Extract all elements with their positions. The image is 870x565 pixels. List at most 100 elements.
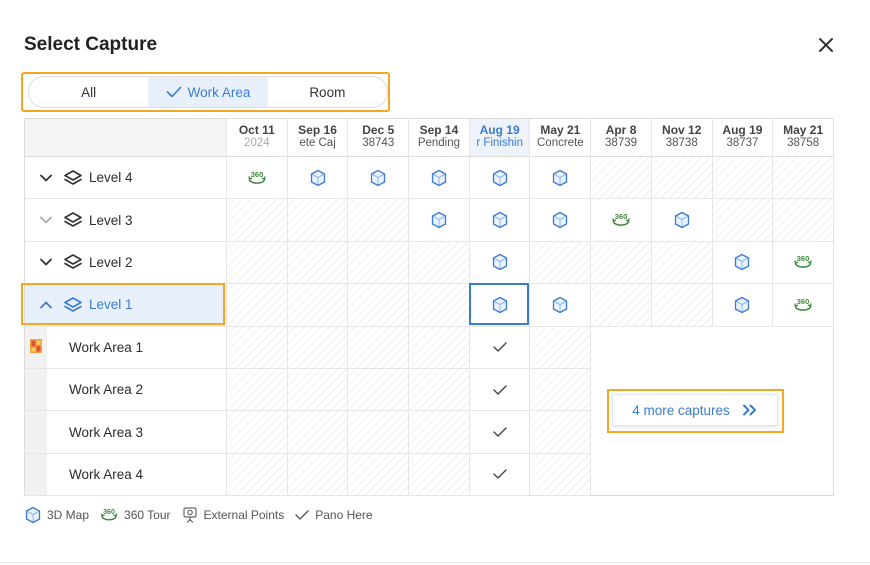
tab-work-area[interactable]: Work Area (148, 77, 268, 107)
level-row-4[interactable]: Level 4 (25, 157, 227, 200)
empty-cell (773, 199, 834, 242)
empty-cell (227, 453, 288, 497)
svg-text:360: 360 (615, 212, 628, 221)
empty-cell (530, 453, 592, 497)
empty-cell (409, 241, 470, 285)
floorplan-icon (30, 338, 42, 353)
map-3d-icon[interactable] (530, 284, 592, 327)
empty-cell (651, 284, 713, 327)
map-3d-icon[interactable] (651, 199, 713, 242)
tour-360-icon[interactable]: 360 (773, 241, 834, 285)
level-row-3[interactable]: Level 3 (25, 199, 227, 242)
more-captures-button[interactable]: 4 more captures (612, 394, 778, 426)
svg-text:360: 360 (251, 170, 264, 179)
chevron-down-icon[interactable] (37, 253, 55, 271)
level-row-1[interactable]: Level 1 (25, 284, 227, 327)
map-3d-icon[interactable] (469, 241, 531, 285)
pano-here-check[interactable] (469, 453, 531, 497)
column-header-9[interactable]: May 21 38758 (773, 119, 834, 157)
map-3d-icon[interactable] (712, 284, 774, 327)
empty-cell (227, 284, 288, 327)
work-area-row[interactable]: Work Area 1 (25, 326, 227, 369)
tab-all-label: All (81, 84, 97, 100)
close-icon[interactable] (815, 34, 837, 56)
column-subtitle: 38737 (726, 137, 759, 149)
map-3d-icon[interactable] (409, 157, 470, 200)
svg-text:360: 360 (103, 509, 115, 516)
column-header-7[interactable]: Nov 12 38738 (651, 119, 713, 157)
legend-external-points-label: External Points (203, 508, 285, 522)
empty-cell (348, 326, 410, 369)
chevron-down-icon[interactable] (37, 169, 55, 187)
empty-cell (287, 369, 349, 412)
column-header-5[interactable]: May 21 Concrete (530, 119, 592, 157)
tab-room-label: Room (309, 84, 346, 100)
map-3d-icon[interactable] (469, 199, 531, 242)
column-date: Aug 19 (722, 123, 763, 137)
chevron-up-icon[interactable] (37, 296, 55, 314)
work-area-row[interactable]: Work Area 4 (25, 453, 227, 497)
empty-cell (287, 199, 349, 242)
empty-cell (409, 453, 470, 497)
column-subtitle: Pending (417, 137, 461, 149)
tour-360-icon[interactable]: 360 (227, 157, 288, 200)
work-area-row[interactable]: Work Area 2 (25, 369, 227, 412)
empty-cell (712, 157, 774, 200)
column-header-0[interactable]: Oct 11 2024 (227, 119, 288, 157)
empty-cell (287, 326, 349, 369)
empty-cell (409, 369, 470, 412)
column-date: Oct 11 (238, 123, 275, 137)
level-label: Level 3 (89, 212, 133, 228)
chevron-down-icon[interactable] (37, 211, 55, 229)
map-3d-icon[interactable] (530, 199, 592, 242)
level-label: Level 2 (89, 254, 133, 270)
map-3d-icon[interactable] (469, 157, 531, 200)
work-area-row[interactable]: Work Area 3 (25, 411, 227, 454)
column-header-8[interactable]: Aug 19 38737 (712, 119, 774, 157)
column-header-6[interactable]: Apr 8 38739 (591, 119, 652, 157)
empty-cell (773, 157, 834, 200)
empty-cell (287, 241, 349, 285)
tour-360-icon[interactable]: 360 (773, 284, 834, 327)
map-3d-icon[interactable] (409, 199, 470, 242)
tour-360-icon[interactable]: 360 (591, 199, 652, 242)
map-3d-icon[interactable] (348, 157, 410, 200)
legend-external-points: External Points (181, 506, 285, 524)
work-area-label: Work Area 2 (69, 382, 144, 398)
column-date: Sep 16 (298, 123, 337, 137)
column-date: May 21 (783, 123, 824, 137)
column-date: Sep 14 (419, 123, 459, 137)
map-3d-icon[interactable] (712, 241, 774, 285)
map-3d-icon[interactable] (287, 157, 349, 200)
tour-360-icon: 360 (100, 509, 118, 521)
row-gutter (25, 453, 47, 496)
level-row-2[interactable]: Level 2 (25, 241, 227, 285)
column-subtitle: 38743 (362, 137, 395, 149)
legend-pano-here: Pano Here (294, 508, 373, 522)
pano-here-check[interactable] (469, 369, 531, 412)
empty-cell (530, 369, 592, 412)
layers-icon (63, 253, 85, 271)
column-date: Dec 5 (362, 123, 395, 137)
map-3d-icon[interactable] (469, 284, 531, 327)
pano-here-check[interactable] (469, 411, 531, 454)
legend-3d-map-label: 3D Map (47, 508, 90, 522)
column-subtitle: 38738 (665, 137, 698, 149)
tab-all[interactable]: All (29, 77, 148, 107)
column-header-2[interactable]: Dec 5 38743 (348, 119, 410, 157)
empty-cell (409, 284, 470, 327)
pano-here-check[interactable] (469, 326, 531, 369)
grid-corner (25, 119, 227, 157)
column-date: Nov 12 (662, 123, 702, 137)
column-header-4[interactable]: Aug 19 r Finishin (469, 119, 531, 157)
check-icon (166, 86, 181, 98)
column-header-1[interactable]: Sep 16 ete Caj (287, 119, 349, 157)
empty-cell (712, 199, 774, 242)
legend-pano-here-label: Pano Here (315, 508, 373, 522)
empty-cell (651, 157, 713, 200)
column-header-3[interactable]: Sep 14 Pending (409, 119, 470, 157)
map-3d-icon[interactable] (530, 157, 592, 200)
tab-room[interactable]: Room (268, 77, 387, 107)
empty-cell (591, 157, 652, 200)
row-gutter (25, 369, 47, 411)
